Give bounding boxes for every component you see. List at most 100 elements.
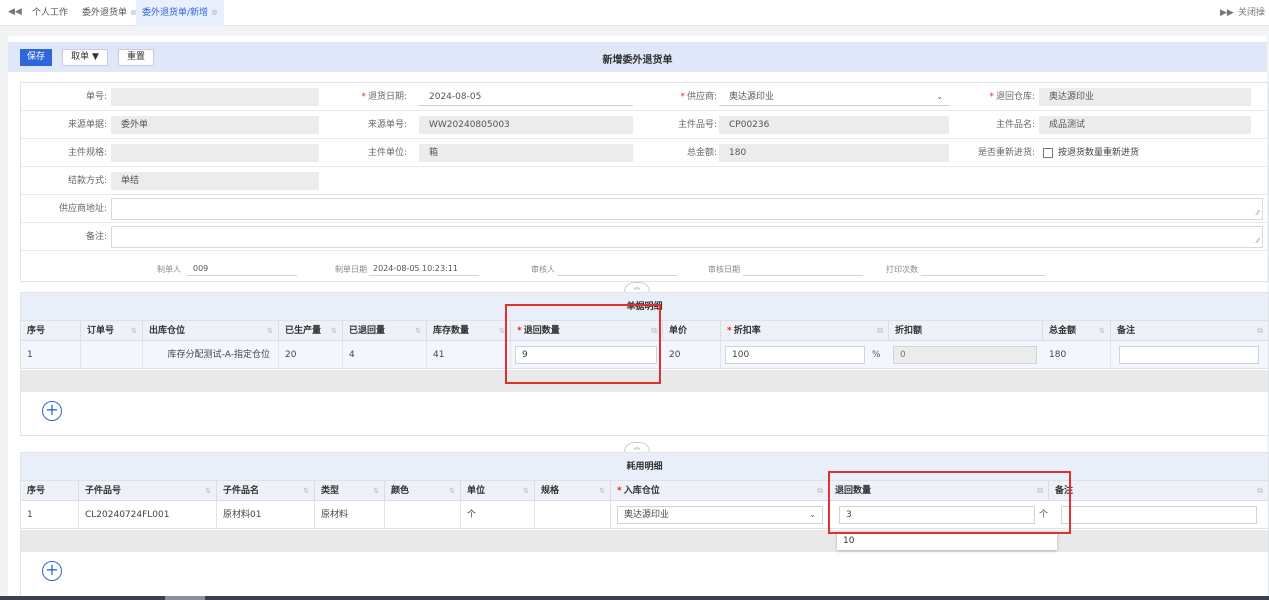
- col-returned[interactable]: 已退回量 ⇅: [343, 321, 427, 341]
- sort-icon[interactable]: ⇅: [267, 321, 273, 341]
- supplier-value: 奥达源印业: [729, 92, 775, 102]
- signature-row: 制单人 009 制单日期 2024-08-05 10:23:11 审核人 审核日…: [21, 260, 1268, 282]
- tab-scroll-left-icon[interactable]: ◀◀: [8, 7, 22, 17]
- remark-label: 备注:: [85, 232, 107, 242]
- main-spec-field: [111, 144, 319, 162]
- col-spec[interactable]: 规格 ⇅: [535, 481, 611, 501]
- cell-seq: 1: [21, 341, 81, 369]
- form-row: 来源单据: 委外单 来源单号: WW20240805003 主件品号: CP00…: [21, 111, 1268, 139]
- print-count-underline: [921, 275, 1045, 276]
- review-date-underline: [743, 275, 863, 276]
- sort-icon[interactable]: ⇅: [131, 321, 137, 341]
- sort-icon[interactable]: ⇅: [415, 321, 421, 341]
- return-date-label: * 退货日期:: [361, 92, 407, 102]
- source-no-field: WW20240805003: [419, 116, 633, 134]
- horizontal-scrollbar[interactable]: [0, 596, 1269, 600]
- cell-price: 20: [663, 341, 721, 369]
- sort-icon[interactable]: ⇅: [449, 481, 455, 501]
- resize-handle-icon[interactable]: ⁄⁄: [1257, 209, 1259, 217]
- main-part-name-label: 主件品名:: [995, 120, 1035, 130]
- add-circle-icon[interactable]: +: [42, 401, 62, 421]
- creator-value: 009: [193, 264, 209, 273]
- remark-input[interactable]: [1119, 346, 1259, 364]
- header-form: 单号: * 退货日期: 2024-08-05 * 供应商: 奥达源印业 ⌄ * 退回仓…: [20, 82, 1269, 282]
- sort-icon[interactable]: ⇅: [373, 481, 379, 501]
- col-color[interactable]: 颜色 ⇅: [385, 481, 461, 501]
- chevron-up-icon[interactable]: ︽: [624, 282, 650, 292]
- order-no-label: 单号:: [85, 92, 107, 102]
- autocomplete-option[interactable]: 10: [837, 532, 1057, 550]
- resize-handle-icon[interactable]: ⁄⁄: [1257, 237, 1259, 245]
- sort-icon[interactable]: ⇅: [1099, 321, 1105, 341]
- main-unit-field: 箱: [419, 144, 633, 162]
- sort-icon[interactable]: ⇅: [331, 321, 337, 341]
- col-price: 单价: [663, 321, 721, 341]
- form-row: 结款方式: 单结: [21, 167, 1268, 195]
- in-warehouse-select[interactable]: 奥达源印业 ⌄: [617, 506, 823, 524]
- content-panel: 保存 取单 ▼ 重置 新增委外退货单 单号: * 退货日期: 2024-08-05…: [8, 36, 1269, 600]
- col-remark[interactable]: 备注 ⧉: [1049, 481, 1268, 501]
- source-no-label: 来源单号:: [367, 120, 407, 130]
- col-produced[interactable]: 已生产量 ⇅: [279, 321, 343, 341]
- in-warehouse-value: 奥达源印业: [624, 510, 670, 520]
- page-title: 新增委外退货单: [602, 55, 673, 66]
- tab-personal-work[interactable]: 个人工作: [26, 0, 74, 26]
- tab-outsource-return[interactable]: 委外退货单 ⊗: [76, 0, 143, 26]
- supplier-label: * 供应商:: [680, 92, 717, 102]
- col-type[interactable]: 类型 ⇅: [315, 481, 385, 501]
- chevron-up-icon[interactable]: ︽: [624, 442, 650, 452]
- form-row: 供应商地址: ⁄⁄: [21, 195, 1268, 223]
- scrollbar-thumb[interactable]: [165, 596, 205, 600]
- close-tabs-button[interactable]: 关闭操: [1238, 0, 1265, 26]
- col-in-warehouse[interactable]: * 入库仓位 ⧉: [611, 481, 829, 501]
- tab-close-icon[interactable]: ⊗: [211, 8, 218, 17]
- tab-scroll-right-icon[interactable]: ▶▶: [1220, 0, 1234, 26]
- col-order-no[interactable]: 订单号 ⇅: [81, 321, 143, 341]
- order-no-field: [111, 88, 319, 106]
- total-amount-field: 180: [719, 144, 949, 162]
- created-at-value: 2024-08-05 10:23:11: [373, 264, 458, 273]
- consumption-remark-input[interactable]: [1061, 506, 1257, 524]
- col-out-warehouse[interactable]: 出库仓位 ⇅: [143, 321, 279, 341]
- tab-bar: ◀◀ 个人工作 委外退货单 ⊗ 委外退货单/新增 ⊗ ▶▶ 关闭操: [0, 0, 1269, 26]
- settlement-field: 单结: [111, 172, 319, 190]
- review-date-label: 审核日期: [708, 265, 740, 274]
- sort-icon[interactable]: ⇅: [303, 481, 309, 501]
- col-child-no[interactable]: 子件品号 ⇅: [79, 481, 217, 501]
- edit-icon: ⧉: [1257, 326, 1263, 335]
- supplier-select[interactable]: 奥达源印业 ⌄: [719, 88, 949, 106]
- consumption-grid-header: 序号 子件品号 ⇅ 子件品名 ⇅ 类型 ⇅ 颜色 ⇅ 单位 ⇅ 规格 ⇅ * 入库仓位 ⧉ 退回…: [21, 481, 1268, 501]
- main-part-no-label: 主件品号:: [677, 120, 717, 130]
- col-remark[interactable]: 备注 ⧉: [1111, 321, 1268, 341]
- col-unit[interactable]: 单位 ⇅: [461, 481, 535, 501]
- form-row: 备注: ⁄⁄: [21, 223, 1268, 251]
- sort-icon[interactable]: ⇅: [205, 481, 211, 501]
- reentry-checkbox-label: 按退货数量重新进货: [1058, 148, 1140, 158]
- supplier-address-textarea[interactable]: ⁄⁄: [111, 198, 1263, 220]
- discount-rate-input[interactable]: 100: [725, 346, 865, 364]
- form-row: 单号: * 退货日期: 2024-08-05 * 供应商: 奥达源印业 ⌄ * 退回仓…: [21, 83, 1268, 111]
- form-row: 主件规格: 主件单位: 箱 总金额: 180 是否重新进货: 按退货数量重新进货: [21, 139, 1268, 167]
- col-discount-rate[interactable]: * 折扣率 ⧉: [721, 321, 889, 341]
- col-total[interactable]: 总金额 ⇅: [1043, 321, 1111, 341]
- discount-unit: %: [872, 350, 881, 360]
- main-part-name-field: 成品测试: [1039, 116, 1251, 134]
- edit-icon: ⧉: [817, 486, 823, 495]
- edit-icon: ⧉: [877, 326, 883, 335]
- reviewer-underline: [557, 275, 677, 276]
- sort-icon[interactable]: ⇅: [523, 481, 529, 501]
- remark-textarea[interactable]: ⁄⁄: [111, 226, 1263, 248]
- add-circle-icon[interactable]: +: [42, 561, 62, 581]
- cell-stock: 41: [427, 341, 511, 369]
- table-row: 1 CL20240724FL001 原材料01 原材料 个 奥达源印业 ⌄ 3 …: [21, 501, 1268, 529]
- col-stock[interactable]: 库存数量 ⇅: [427, 321, 511, 341]
- cell-seq: 1: [21, 501, 79, 529]
- print-count-label: 打印次数: [886, 265, 918, 274]
- return-date-field[interactable]: 2024-08-05: [419, 88, 633, 106]
- source-doc-label: 来源单据:: [67, 120, 107, 130]
- reentry-checkbox[interactable]: [1043, 148, 1053, 158]
- chevron-down-icon: ⌄: [809, 510, 816, 519]
- sort-icon[interactable]: ⇅: [599, 481, 605, 501]
- tab-outsource-return-new[interactable]: 委外退货单/新增 ⊗: [136, 0, 224, 26]
- col-child-name[interactable]: 子件品名 ⇅: [217, 481, 315, 501]
